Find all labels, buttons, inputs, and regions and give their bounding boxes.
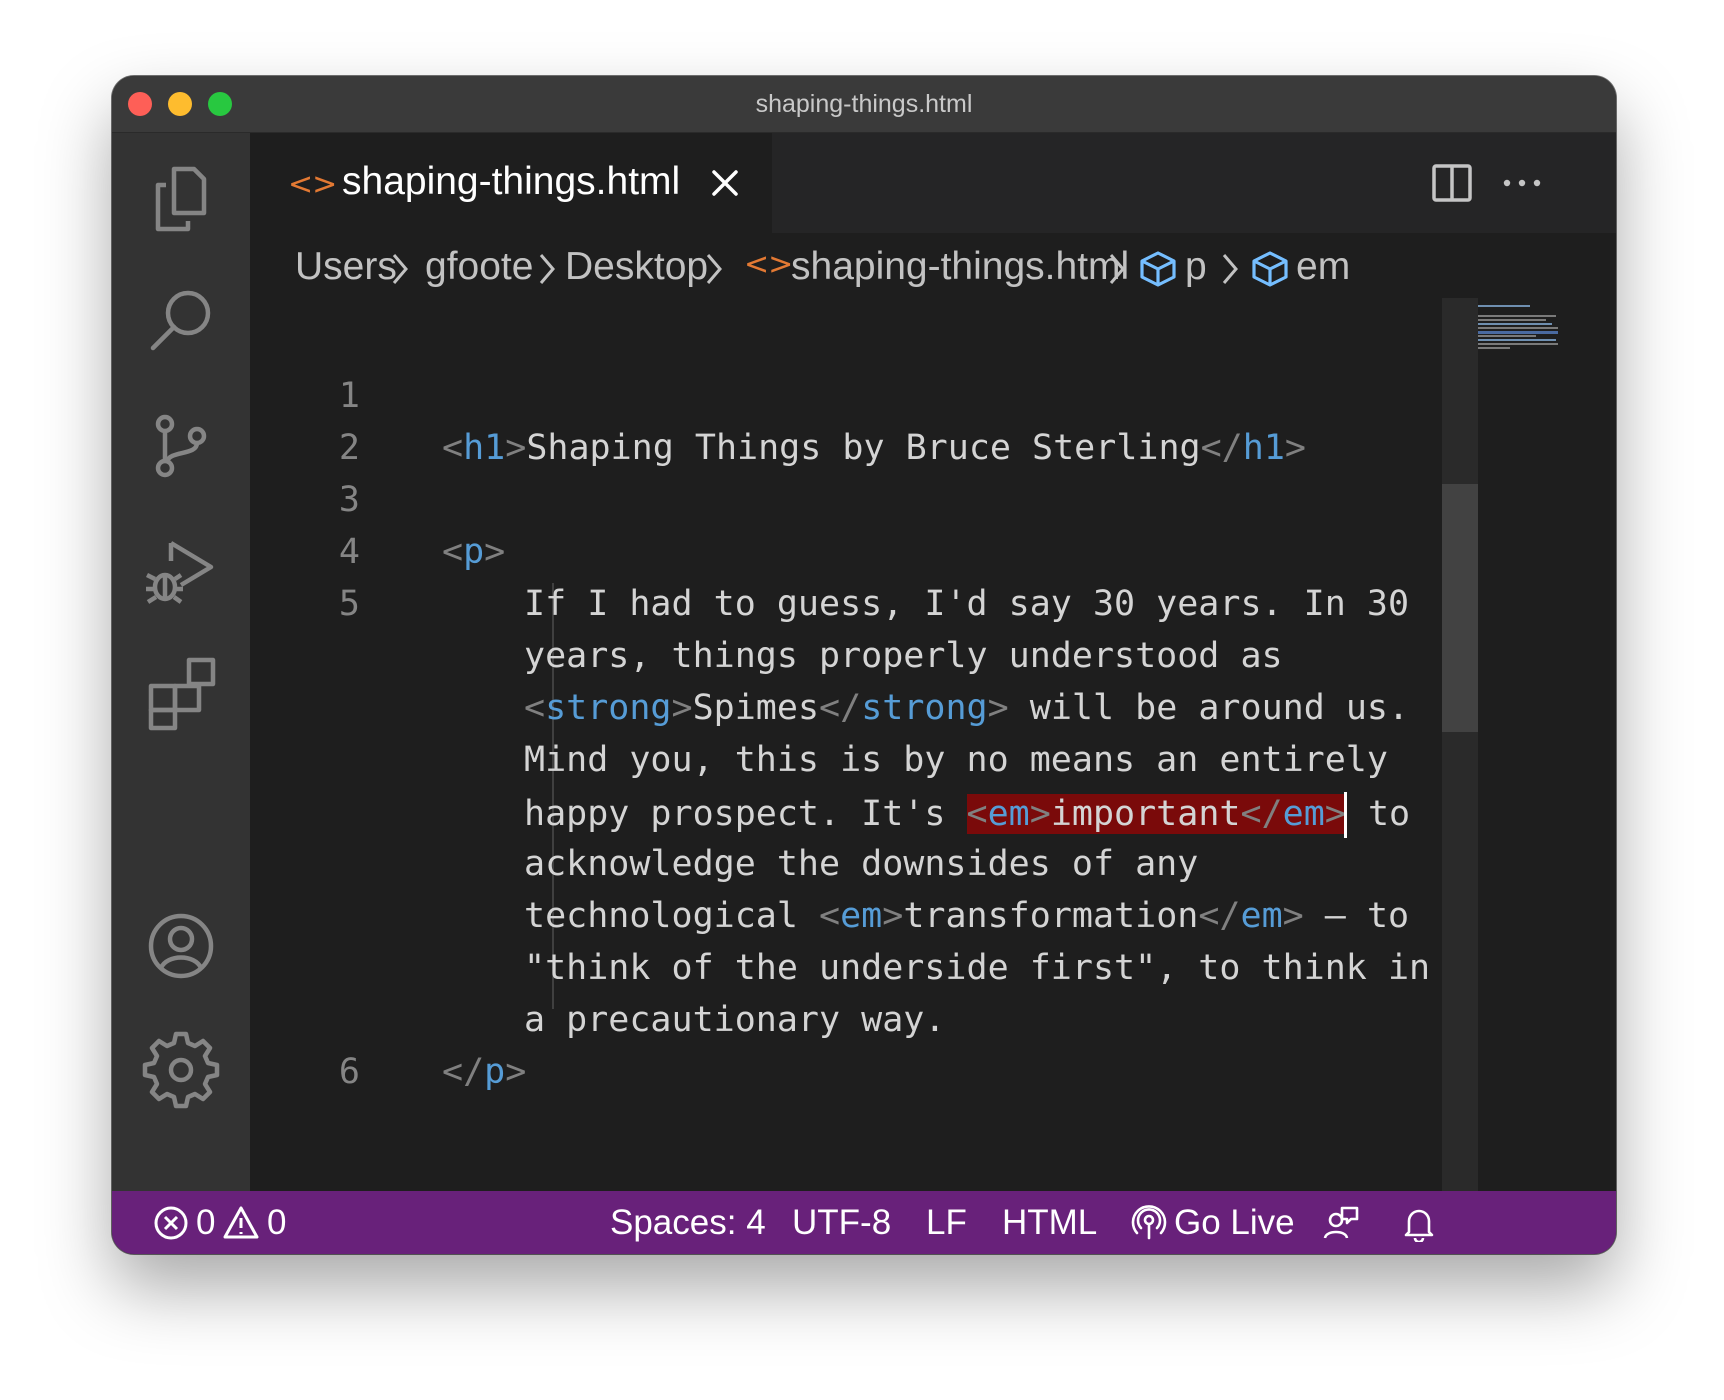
language-mode[interactable]: HTML bbox=[1002, 1203, 1097, 1243]
indentation-status[interactable]: Spaces: 4 bbox=[610, 1203, 766, 1243]
chevron-right-icon bbox=[392, 254, 408, 284]
warning-icon[interactable] bbox=[222, 1204, 260, 1242]
extensions-icon[interactable] bbox=[141, 652, 221, 732]
code-wrap-5: happy prospect. It's <em>important</em> … bbox=[524, 792, 1410, 838]
breadcrumb-item-p[interactable]: p bbox=[1185, 245, 1207, 289]
run-debug-icon[interactable] bbox=[141, 529, 221, 609]
code-wrap-3: <strong>Spimes</strong> will be around u… bbox=[524, 688, 1410, 728]
chevron-right-icon bbox=[539, 254, 555, 284]
breadcrumb: Users gfoote Desktop <> shaping-things.h… bbox=[250, 233, 1616, 309]
go-live-button[interactable]: Go Live bbox=[1174, 1203, 1295, 1243]
line-number: 3 bbox=[338, 480, 360, 520]
scrollbar-thumb[interactable] bbox=[1442, 484, 1478, 732]
breadcrumb-item-users[interactable]: Users bbox=[295, 245, 397, 289]
code-wrap-7: technological <em>transformation</em> – … bbox=[524, 896, 1410, 936]
close-icon[interactable] bbox=[707, 165, 743, 201]
html-file-icon: <> bbox=[288, 167, 337, 202]
chevron-right-icon bbox=[1222, 254, 1238, 284]
editor-window: shaping-things.html <> shaping-things.ht… bbox=[112, 76, 1616, 1254]
error-count[interactable]: 0 bbox=[196, 1203, 215, 1243]
more-actions-icon[interactable] bbox=[1500, 161, 1544, 205]
code-wrap-4: Mind you, this is by no means an entirel… bbox=[524, 740, 1388, 780]
chevron-right-icon bbox=[1109, 254, 1125, 284]
code-wrap-2: years, things properly understood as bbox=[524, 636, 1283, 676]
breadcrumb-item-em[interactable]: em bbox=[1296, 245, 1350, 289]
html-file-icon: <> bbox=[744, 247, 793, 282]
breadcrumb-item-file[interactable]: shaping-things.html bbox=[791, 245, 1129, 289]
feedback-icon[interactable] bbox=[1322, 1204, 1360, 1242]
line-number: 1 bbox=[338, 376, 360, 416]
line-number: 2 bbox=[338, 428, 360, 468]
tab-bar: <> shaping-things.html bbox=[250, 133, 1616, 233]
code-wrap-9: a precautionary way. bbox=[524, 1000, 946, 1040]
activity-bar bbox=[112, 133, 250, 1254]
encoding-status[interactable]: UTF-8 bbox=[792, 1203, 891, 1243]
window-title: shaping-things.html bbox=[755, 90, 973, 118]
selection-highlight: <em>important</em> bbox=[966, 794, 1346, 834]
tab-label: shaping-things.html bbox=[342, 160, 681, 203]
code-line-4: <p> bbox=[442, 532, 506, 572]
code-wrap-1: If I had to guess, I'd say 30 years. In … bbox=[524, 584, 1410, 624]
bell-icon[interactable] bbox=[1400, 1204, 1438, 1242]
code-line-2: <h1>Shaping Things by Bruce Sterling</h1… bbox=[442, 428, 1306, 468]
breadcrumb-item-desktop[interactable]: Desktop bbox=[565, 245, 708, 289]
split-editor-icon[interactable] bbox=[1430, 161, 1474, 205]
status-bar: 0 0 Spaces: 4 UTF-8 LF HTML Go Live bbox=[112, 1191, 1616, 1254]
line-number: 5 bbox=[338, 584, 360, 624]
title-bar: shaping-things.html bbox=[112, 76, 1616, 133]
eol-status[interactable]: LF bbox=[926, 1203, 967, 1243]
code-wrap-6: acknowledge the downsides of any bbox=[524, 844, 1199, 884]
files-icon[interactable] bbox=[141, 159, 221, 239]
line-number: 6 bbox=[338, 1052, 360, 1092]
chevron-right-icon bbox=[706, 254, 722, 284]
error-icon[interactable] bbox=[152, 1204, 190, 1242]
warning-count[interactable]: 0 bbox=[267, 1203, 286, 1243]
account-icon[interactable] bbox=[141, 906, 221, 986]
symbol-element-icon bbox=[1252, 251, 1288, 287]
line-number: 4 bbox=[338, 532, 360, 572]
symbol-element-icon bbox=[1140, 251, 1176, 287]
code-wrap-8: "think of the underside first", to think… bbox=[524, 948, 1431, 988]
vertical-scrollbar[interactable] bbox=[1442, 298, 1478, 1191]
broadcast-icon[interactable] bbox=[1130, 1204, 1168, 1242]
settings-gear-icon[interactable] bbox=[141, 1030, 221, 1110]
search-icon[interactable] bbox=[141, 282, 221, 362]
tab-shaping-things[interactable]: <> shaping-things.html bbox=[250, 133, 772, 233]
code-line-6: </p> bbox=[442, 1052, 527, 1092]
source-control-icon[interactable] bbox=[141, 406, 221, 486]
breadcrumb-item-gfoote[interactable]: gfoote bbox=[425, 245, 533, 289]
